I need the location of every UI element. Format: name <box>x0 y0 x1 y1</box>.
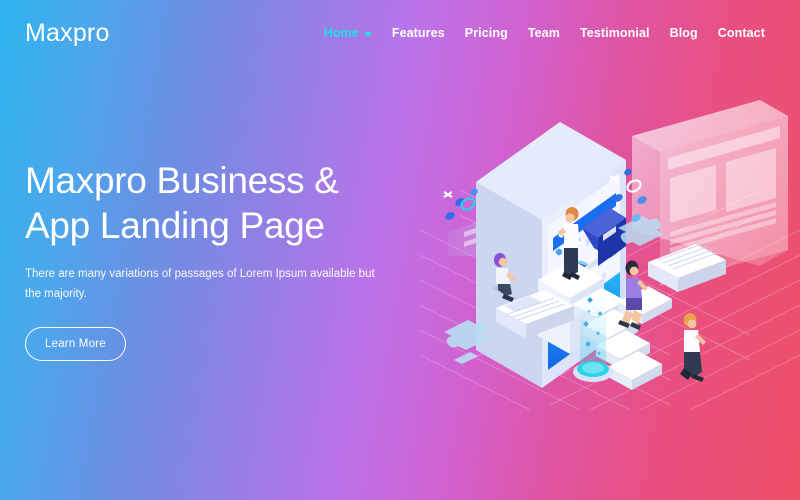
main-navigation: Home Features Pricing Team Testimonial B… <box>314 22 775 44</box>
nav-item-contact[interactable]: Contact <box>708 22 775 44</box>
hero-heading-line-2: App Landing Page <box>25 205 325 247</box>
nav-item-label: Home <box>323 26 359 40</box>
hero-heading: Maxpro Business & App Landing Page <box>25 158 405 248</box>
nav-item-label: Features <box>391 26 445 40</box>
nav-item-label: Contact <box>717 26 765 40</box>
nav-item-home[interactable]: Home <box>314 22 382 44</box>
nav-item-pricing[interactable]: Pricing <box>455 22 518 44</box>
nav-item-team[interactable]: Team <box>518 22 570 44</box>
nav-item-features[interactable]: Features <box>382 22 455 44</box>
nav-item-label: Blog <box>669 26 698 40</box>
site-header: Maxpro Home Features Pricing Team Testim… <box>0 0 800 66</box>
hero-paragraph: There are many variations of passages of… <box>25 268 375 301</box>
person-walking-floor <box>680 313 706 382</box>
brand-logo[interactable]: Maxpro <box>25 20 110 46</box>
hero-illustration <box>420 80 800 410</box>
nav-item-label: Pricing <box>464 26 508 40</box>
nav-item-blog[interactable]: Blog <box>660 22 708 44</box>
hero-section: Maxpro Business & App Landing Page There… <box>25 158 405 361</box>
nav-item-testimonial[interactable]: Testimonial <box>570 22 660 44</box>
nav-item-label: Testimonial <box>579 26 650 40</box>
hero-heading-line-1: Maxpro Business & <box>25 160 339 201</box>
nav-item-label: Team <box>527 26 560 40</box>
chevron-down-icon <box>363 31 372 37</box>
learn-more-button[interactable]: Learn More <box>25 326 126 361</box>
